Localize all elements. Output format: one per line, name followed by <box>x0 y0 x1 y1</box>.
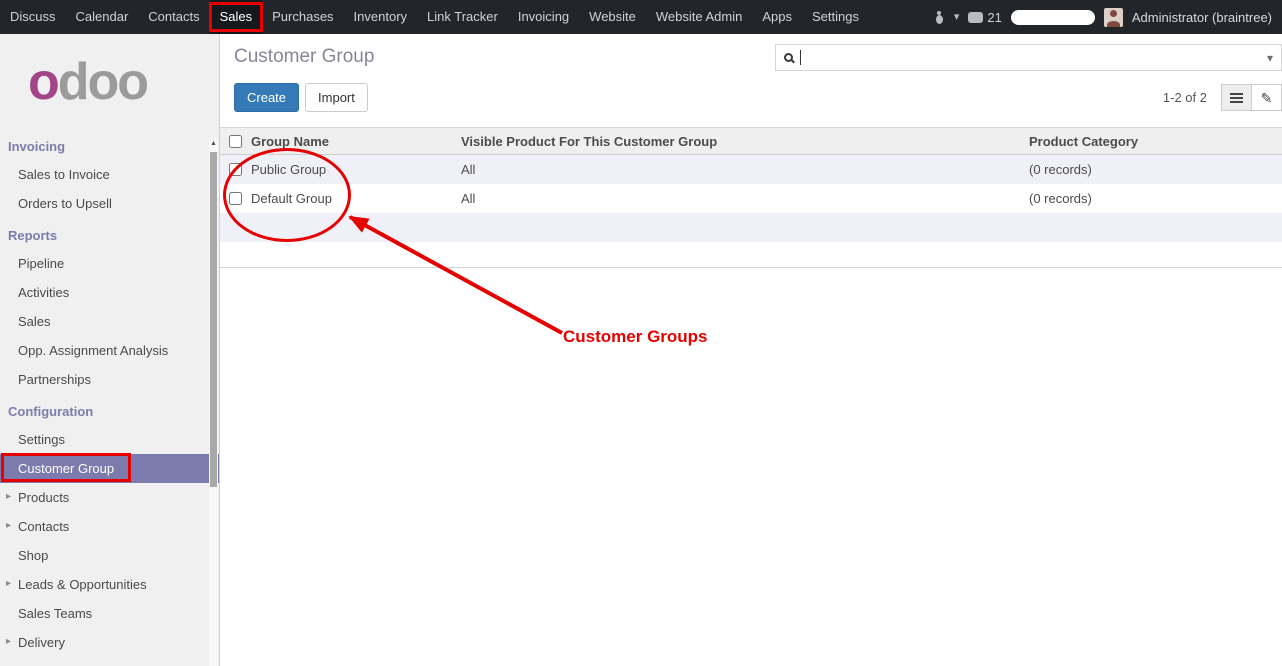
create-button[interactable]: Create <box>234 83 299 112</box>
menu-purchases[interactable]: Purchases <box>262 0 343 34</box>
list-view-button[interactable] <box>1221 84 1252 111</box>
row-checkbox-cell <box>220 163 251 176</box>
edit-view-button[interactable]: ✎ <box>1251 84 1282 111</box>
search-icon <box>784 53 793 62</box>
sidebar-item-sales-teams[interactable]: Sales Teams <box>0 599 219 628</box>
section-reports: Reports <box>0 221 219 249</box>
menu-sales-label: Sales <box>220 9 253 24</box>
sidebar-item-contacts-label: Contacts <box>18 519 69 534</box>
search-caret-icon[interactable]: ▾ <box>1261 51 1273 65</box>
import-button[interactable]: Import <box>305 83 368 112</box>
bug-head <box>937 11 941 15</box>
sidebar-item-leads-opportunities-label: Leads & Opportunities <box>18 577 147 592</box>
sidebar-item-settings[interactable]: Settings <box>0 425 219 454</box>
table-row[interactable]: Public Group All (0 records) <box>220 155 1282 184</box>
section-configuration: Configuration <box>0 397 219 425</box>
debug-caret-icon[interactable]: ▾ <box>954 0 960 34</box>
empty-row <box>220 213 1282 242</box>
sidebar-item-pipeline[interactable]: Pipeline <box>0 249 219 278</box>
header-checkbox-cell <box>220 135 251 148</box>
cell-group-name: Default Group <box>251 191 461 206</box>
chat-bubble-icon <box>968 12 983 23</box>
sidebar-item-customer-group[interactable]: Customer Group <box>0 454 219 483</box>
expand-triangle-icon: ▸ <box>6 578 11 589</box>
cell-group-name: Public Group <box>251 162 461 177</box>
menu-website-admin[interactable]: Website Admin <box>646 0 752 34</box>
sidebar-item-contacts[interactable]: ▸ Contacts <box>0 512 219 541</box>
list-view-icon <box>1230 93 1243 103</box>
menu-invoicing[interactable]: Invoicing <box>508 0 579 34</box>
logo-letter: o <box>28 53 58 111</box>
column-visible-product[interactable]: Visible Product For This Customer Group <box>461 134 1029 149</box>
sidebar-item-customer-group-label: Customer Group <box>18 461 114 476</box>
table-row[interactable]: Default Group All (0 records) <box>220 184 1282 213</box>
sidebar-item-opp-assignment-analysis[interactable]: Opp. Assignment Analysis <box>0 336 219 365</box>
topbar-right: ▾ 21 Administrator (braintree) <box>934 0 1282 34</box>
logo-rest: doo <box>58 53 147 111</box>
main-content: Customer Group ▾ Create Import 1-2 of 2 … <box>220 34 1282 666</box>
section-invoicing: Invoicing <box>0 132 219 160</box>
row-checkbox[interactable] <box>229 163 242 176</box>
debug-bug-icon[interactable] <box>934 11 945 24</box>
expand-triangle-icon: ▸ <box>6 491 11 502</box>
text-cursor <box>800 50 801 65</box>
table-header: Group Name Visible Product For This Cust… <box>220 127 1282 155</box>
sidebar-item-sales-to-invoice[interactable]: Sales to Invoice <box>0 160 219 189</box>
menu-contacts[interactable]: Contacts <box>138 0 209 34</box>
scrollbar-thumb[interactable] <box>210 152 217 487</box>
pager-area: 1-2 of 2 ✎ <box>1163 84 1282 111</box>
page-title: Customer Group <box>234 46 374 68</box>
cell-visible-product: All <box>461 191 1029 206</box>
sidebar-item-products[interactable]: ▸ Products <box>0 483 219 512</box>
search-input[interactable] <box>803 49 1261 66</box>
sidebar-nav: Invoicing Sales to Invoice Orders to Ups… <box>0 132 219 657</box>
column-product-category[interactable]: Product Category <box>1029 134 1282 149</box>
row-checkbox[interactable] <box>229 192 242 205</box>
sidebar-item-products-label: Products <box>18 490 69 505</box>
sidebar-item-activities[interactable]: Activities <box>0 278 219 307</box>
menu-inventory[interactable]: Inventory <box>344 0 417 34</box>
sidebar-item-delivery[interactable]: ▸ Delivery <box>0 628 219 657</box>
search-bar[interactable]: ▾ <box>775 44 1282 71</box>
pager-text: 1-2 of 2 <box>1163 90 1207 105</box>
sidebar-item-orders-to-upsell[interactable]: Orders to Upsell <box>0 189 219 218</box>
cell-visible-product: All <box>461 162 1029 177</box>
menu-link-tracker[interactable]: Link Tracker <box>417 0 508 34</box>
sidebar-item-delivery-label: Delivery <box>18 635 65 650</box>
sidebar: odoo Invoicing Sales to Invoice Orders t… <box>0 34 220 666</box>
column-group-name[interactable]: Group Name <box>251 134 461 149</box>
action-buttons: Create Import <box>234 83 368 112</box>
edit-pencil-icon: ✎ <box>1261 91 1273 105</box>
menu-sales[interactable]: Sales <box>210 0 263 34</box>
list-view: Group Name Visible Product For This Cust… <box>220 127 1282 268</box>
messages-count: 21 <box>987 10 1001 25</box>
messages-indicator[interactable]: 21 <box>968 10 1001 25</box>
user-menu[interactable]: Administrator (braintree) <box>1132 10 1272 25</box>
cell-product-category: (0 records) <box>1029 162 1282 177</box>
topbar: Discuss Calendar Contacts Sales Purchase… <box>0 0 1282 34</box>
odoo-logo: odoo <box>0 34 219 132</box>
sidebar-item-leads-opportunities[interactable]: ▸ Leads & Opportunities <box>0 570 219 599</box>
table-footer <box>220 242 1282 268</box>
sidebar-item-partnerships[interactable]: Partnerships <box>0 365 219 394</box>
expand-triangle-icon: ▸ <box>6 520 11 531</box>
menu-calendar[interactable]: Calendar <box>66 0 139 34</box>
row-checkbox-cell <box>220 192 251 205</box>
sidebar-item-shop[interactable]: Shop <box>0 541 219 570</box>
expand-triangle-icon: ▸ <box>6 636 11 647</box>
menu-discuss[interactable]: Discuss <box>0 0 66 34</box>
status-pill <box>1011 10 1095 25</box>
sidebar-scrollbar[interactable]: ▲ <box>209 138 218 666</box>
select-all-checkbox[interactable] <box>229 135 242 148</box>
bug-body <box>936 15 943 24</box>
cell-product-category: (0 records) <box>1029 191 1282 206</box>
avatar[interactable] <box>1104 8 1123 27</box>
sidebar-item-sales[interactable]: Sales <box>0 307 219 336</box>
menu-apps[interactable]: Apps <box>752 0 802 34</box>
menu-website[interactable]: Website <box>579 0 646 34</box>
menu-settings[interactable]: Settings <box>802 0 869 34</box>
scroll-up-icon[interactable]: ▲ <box>209 140 218 147</box>
app-window: Discuss Calendar Contacts Sales Purchase… <box>0 0 1282 666</box>
